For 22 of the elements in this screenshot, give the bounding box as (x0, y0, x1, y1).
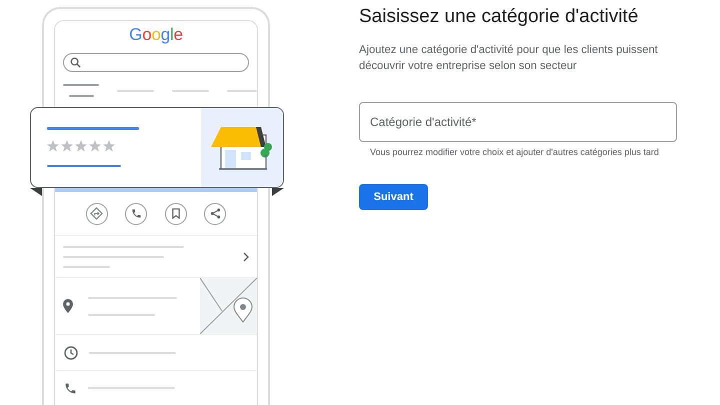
clock-icon (64, 346, 78, 360)
tab-indicator (69, 95, 94, 97)
bookmark-icon (164, 202, 187, 224)
helper-text: Vous pourrez modifier votre choix et ajouter d'autres catégories plus tard (370, 146, 660, 159)
share-icon (204, 202, 226, 224)
storefront-icon (211, 124, 273, 170)
phone-icon (125, 202, 148, 224)
next-button[interactable]: Suivant (359, 184, 428, 210)
tab-line (172, 90, 209, 92)
google-logo: Google (128, 25, 184, 45)
description-text: Ajoutez une catégorie d'activité pour que les clients puissent découvrir votre entreprise selon son secteur (359, 42, 659, 74)
chevron-right-icon (243, 252, 249, 262)
text-line (88, 314, 155, 316)
category-input-field[interactable]: Catégorie d'activité* (359, 102, 677, 142)
phone-icon (64, 382, 77, 394)
location-pin-icon (63, 299, 73, 313)
tab-line (117, 90, 154, 92)
page-title: Saisissez une catégorie d'activité (359, 6, 640, 29)
directions-icon (86, 202, 108, 224)
search-icon (70, 57, 81, 68)
text-line (63, 266, 110, 268)
tab-line (63, 84, 99, 86)
